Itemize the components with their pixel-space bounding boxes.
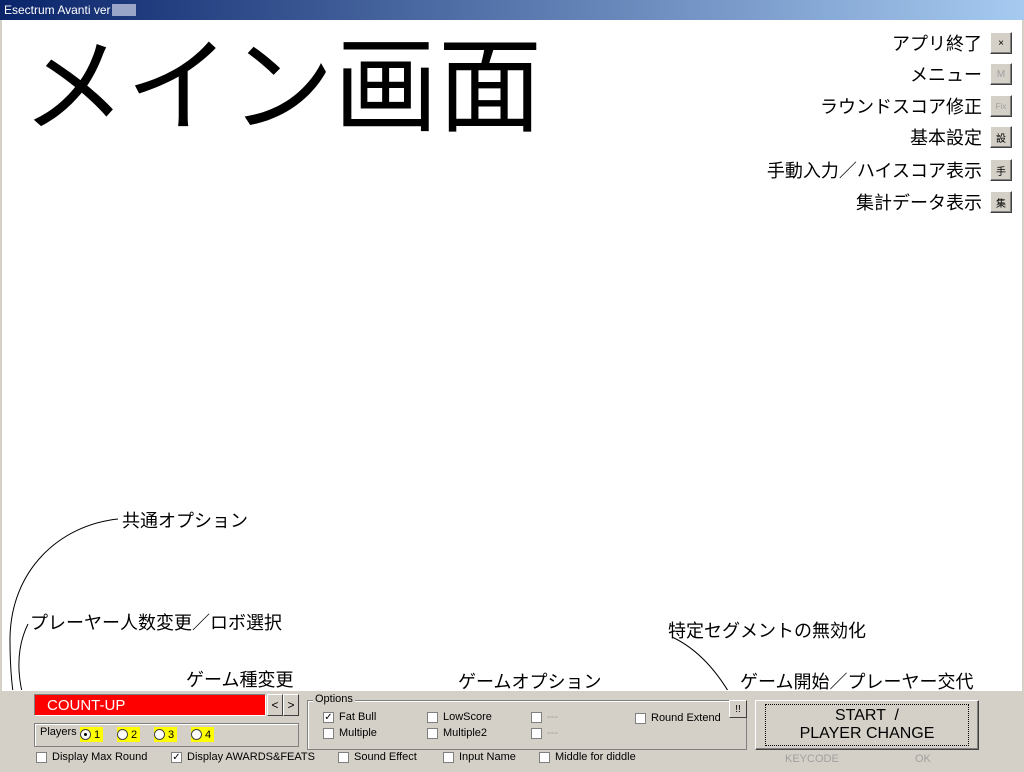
keycode-label: KEYCODE	[785, 753, 839, 765]
checkbox-checked-icon: ✓	[323, 711, 334, 723]
ok-label: OK	[915, 753, 931, 765]
radio-selected-icon	[80, 729, 91, 740]
checkbox-icon	[427, 711, 438, 723]
checkbox-icon	[531, 727, 542, 739]
menu-label-settings: 基本設定	[910, 128, 982, 149]
option-round-extend[interactable]: Round Extend	[635, 712, 721, 724]
menu-label-stats: 集計データ表示	[856, 193, 982, 214]
players-radio-2[interactable]: 2	[117, 727, 141, 742]
checkbox-icon	[36, 751, 47, 763]
window-title: Esectrum Avanti ver	[4, 3, 111, 17]
menu-label-exit: アプリ終了	[892, 34, 982, 55]
menu-label-manual: 手動入力／ハイスコア表示	[766, 161, 982, 182]
players-label: Players	[40, 726, 77, 738]
fix-icon[interactable]: Fix	[990, 95, 1012, 117]
game-type-display: COUNT-UP	[34, 694, 266, 716]
start-button-focus: START / PLAYER CHANGE	[764, 704, 970, 746]
annotation-common-options: 共通オプション	[122, 511, 248, 532]
checkbox-icon	[635, 712, 646, 724]
screen-title: メイン画面	[22, 26, 543, 148]
menu-row-stats: 集計データ表示 集	[856, 189, 1012, 215]
options-group-title: Options	[313, 693, 355, 705]
close-icon[interactable]: ×	[990, 32, 1012, 54]
option-multiple[interactable]: Multiple	[323, 727, 377, 739]
checkbox-checked-icon: ✓	[171, 751, 182, 763]
annotation-players-change: プレーヤー人数変更／ロボ選択	[30, 613, 282, 634]
start-button-line2: PLAYER CHANGE	[799, 725, 935, 742]
settings-icon[interactable]: 設	[990, 126, 1012, 148]
title-bar: Esectrum Avanti ver	[0, 0, 1024, 20]
checkbox-icon	[531, 711, 542, 723]
radio-icon	[117, 729, 128, 740]
menu-label-fix: ラウンドスコア修正	[820, 97, 982, 118]
radio-icon	[154, 729, 165, 740]
annotation-segment-disable: 特定セグメントの無効化	[668, 621, 866, 642]
checkbox-icon	[338, 751, 349, 763]
menu-row-manual: 手動入力／ハイスコア表示 手	[767, 157, 1012, 183]
common-input-name[interactable]: Input Name	[443, 751, 516, 763]
option-disabled-2: ---	[531, 727, 558, 739]
manual-icon[interactable]: 手	[990, 159, 1012, 181]
stats-icon[interactable]: 集	[990, 191, 1012, 213]
annotation-game-type: ゲーム種変更	[186, 670, 294, 691]
players-radio-1[interactable]: 1	[80, 727, 104, 742]
segment-disable-button[interactable]: !!	[729, 700, 747, 718]
players-radio-4[interactable]: 4	[191, 727, 215, 742]
checkbox-icon	[323, 727, 334, 739]
start-player-change-button[interactable]: START / PLAYER CHANGE	[755, 700, 979, 750]
players-radio-3[interactable]: 3	[154, 727, 178, 742]
radio-icon	[191, 729, 202, 740]
version-blur	[111, 4, 136, 16]
option-multiple2[interactable]: Multiple2	[427, 727, 487, 739]
common-middle-for-diddle[interactable]: Middle for diddle	[539, 751, 636, 763]
menu-row-settings: 基本設定 設	[910, 124, 1012, 150]
option-fat-bull[interactable]: ✓ Fat Bull	[323, 711, 376, 723]
option-disabled-1: ---	[531, 711, 558, 723]
common-display-awards[interactable]: ✓ Display AWARDS&FEATS	[171, 751, 315, 763]
menu-icon[interactable]: M	[990, 63, 1012, 85]
start-button-line1: START /	[834, 707, 899, 724]
checkbox-icon	[427, 727, 438, 739]
menu-label-menu: メニュー	[910, 65, 982, 86]
menu-row-menu: メニュー M	[910, 61, 1012, 87]
menu-row-exit: アプリ終了 ×	[892, 30, 1012, 56]
checkbox-icon	[539, 751, 550, 763]
options-group	[307, 700, 747, 750]
option-lowscore[interactable]: LowScore	[427, 711, 492, 723]
common-display-max-round[interactable]: Display Max Round	[36, 751, 147, 763]
game-type-next-button[interactable]: >	[283, 694, 299, 716]
checkbox-icon	[443, 751, 454, 763]
common-sound-effect[interactable]: Sound Effect	[338, 751, 417, 763]
game-type-prev-button[interactable]: <	[267, 694, 283, 716]
menu-row-fix: ラウンドスコア修正 Fix	[820, 93, 1012, 119]
